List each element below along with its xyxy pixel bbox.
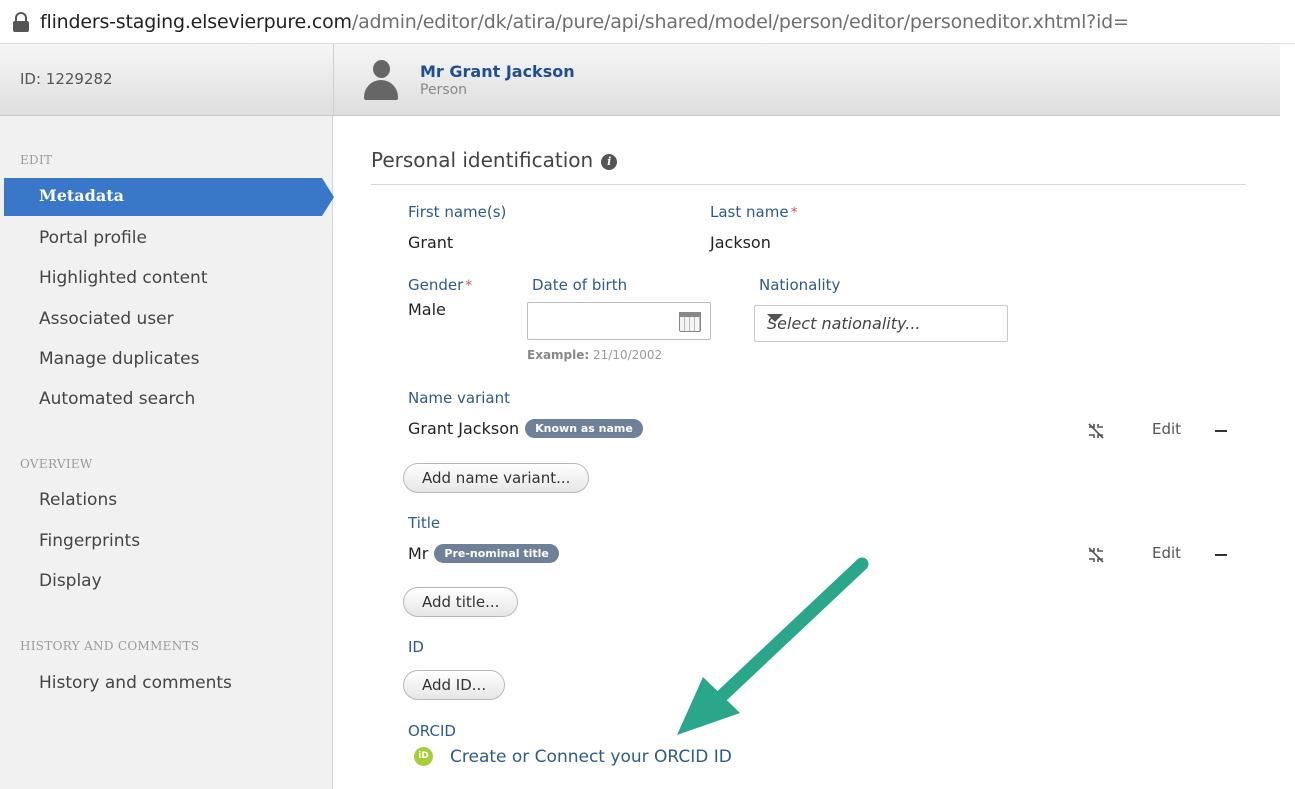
calendar-icon[interactable]	[679, 312, 701, 332]
required-mark: *	[465, 278, 473, 294]
dob-example-prefix: Example:	[527, 348, 590, 362]
url-path: /admin/editor/dk/atira/pure/api/shared/m…	[351, 10, 1129, 33]
arrow-head	[677, 677, 740, 735]
gender-label-text: Gender	[408, 276, 464, 294]
sidebar-heading-history: HISTORY AND COMMENTS	[20, 639, 200, 653]
name-variant-text: Grant Jackson	[408, 419, 520, 438]
sidebar-item-label: Metadata	[39, 186, 124, 205]
sidebar-item-metadata[interactable]: Metadata	[4, 178, 334, 216]
title-value: Mr Pre-nominal title	[408, 544, 559, 563]
editor-header: ID: 1229282 Mr Grant Jackson Person	[0, 44, 1280, 116]
sidebar-item-history-and-comments[interactable]: History and comments	[39, 673, 232, 693]
section-title-text: Personal identification	[371, 148, 594, 172]
address-bar[interactable]: flinders-staging.elsevierpure.com/admin/…	[0, 0, 1295, 44]
gender-value: Male	[408, 300, 446, 319]
id-label: ID	[408, 638, 424, 656]
dob-example-value: 21/10/2002	[593, 348, 663, 362]
add-title-button[interactable]: Add title...	[403, 587, 519, 617]
last-name-label-text: Last name	[710, 203, 789, 221]
orcid-connect-link[interactable]: Create or Connect your ORCID ID	[450, 747, 732, 767]
header-divider	[333, 44, 334, 116]
nationality-label: Nationality	[759, 276, 841, 294]
dob-input[interactable]	[527, 302, 711, 340]
section-divider	[371, 184, 1246, 185]
sidebar-item-manage-duplicates[interactable]: Manage duplicates	[39, 349, 199, 369]
nationality-placeholder: Select nationality...	[767, 314, 921, 333]
last-name-label: Last name *	[710, 203, 798, 221]
sidebar-item-associated-user[interactable]: Associated user	[39, 309, 174, 329]
url-host: flinders-staging.elsevierpure.com	[40, 10, 352, 33]
main-content: Personal identification i First name(s) G…	[334, 116, 1280, 789]
title-label: Title	[408, 514, 441, 532]
sidebar-heading-edit: EDIT	[20, 153, 53, 167]
sidebar-item-highlighted-content[interactable]: Highlighted content	[39, 268, 208, 288]
add-name-variant-button[interactable]: Add name variant...	[403, 463, 590, 493]
remove-name-variant-icon[interactable]	[1215, 430, 1227, 432]
name-variant-value: Grant Jackson Known as name	[408, 419, 643, 438]
first-name-label: First name(s)	[408, 203, 507, 221]
section-title: Personal identification i	[371, 148, 618, 172]
unlink-icon[interactable]	[1086, 545, 1106, 565]
dob-example: Example: 21/10/2002	[527, 348, 662, 362]
last-name-value: Jackson	[710, 233, 771, 252]
dob-label: Date of birth	[532, 276, 628, 294]
first-name-value: Grant	[408, 233, 454, 252]
chevron-down-icon	[767, 314, 783, 322]
unlink-icon[interactable]	[1086, 421, 1106, 441]
nationality-select[interactable]: Select nationality...	[754, 305, 1008, 342]
sidebar: EDIT Metadata Portal profile Highlighted…	[0, 116, 334, 789]
gender-label: Gender *	[408, 276, 472, 294]
sidebar-item-fingerprints[interactable]: Fingerprints	[39, 531, 140, 551]
person-type: Person	[420, 82, 468, 98]
orcid-label: ORCID	[408, 722, 456, 740]
record-id: ID: 1229282	[20, 70, 113, 88]
person-icon	[364, 60, 398, 102]
sidebar-item-portal-profile[interactable]: Portal profile	[39, 228, 147, 248]
sidebar-item-display[interactable]: Display	[39, 571, 102, 591]
info-icon[interactable]: i	[601, 154, 618, 170]
person-name: Mr Grant Jackson	[420, 62, 575, 81]
known-as-name-badge: Known as name	[525, 419, 643, 438]
name-variant-tools: Edit	[1086, 419, 1236, 443]
required-mark: *	[790, 205, 798, 221]
name-variant-label: Name variant	[408, 389, 511, 407]
title-tools: Edit	[1086, 543, 1236, 567]
arrow-shaft	[702, 557, 869, 715]
sidebar-item-relations[interactable]: Relations	[39, 490, 117, 510]
remove-title-icon[interactable]	[1215, 554, 1227, 556]
sidebar-heading-overview: OVERVIEW	[20, 457, 93, 471]
sidebar-item-automated-search[interactable]: Automated search	[39, 389, 195, 409]
add-id-button[interactable]: Add ID...	[403, 670, 506, 700]
orcid-icon: iD	[414, 747, 433, 766]
title-value-text: Mr	[408, 544, 429, 563]
edit-title-link[interactable]: Edit	[1152, 544, 1181, 562]
lock-icon	[12, 11, 30, 33]
pre-nominal-title-badge: Pre-nominal title	[434, 544, 559, 563]
edit-name-variant-link[interactable]: Edit	[1152, 420, 1181, 438]
url-text[interactable]: flinders-staging.elsevierpure.com/admin/…	[40, 11, 1129, 33]
